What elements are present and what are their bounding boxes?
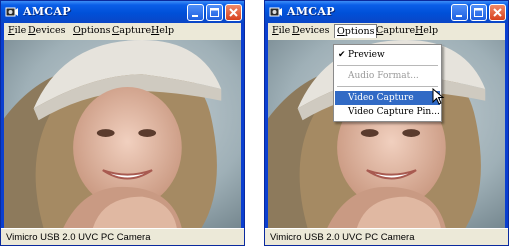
menu-item-audio-format: Audio Format... xyxy=(348,71,419,81)
amcap-window-left: AMCAP File Devices Options Capture Help xyxy=(0,0,245,246)
amcap-app-icon xyxy=(5,7,18,17)
minimize-button[interactable] xyxy=(187,4,204,21)
minimize-icon xyxy=(456,15,462,17)
menu-options[interactable]: Options xyxy=(334,24,378,38)
menu-item-video-capture-filter[interactable]: Video Capture Filter... xyxy=(335,91,440,117)
menu-capture[interactable]: Capture xyxy=(374,25,417,39)
status-bar: Vimicro USB 2.0 UVC PC Camera xyxy=(265,228,508,245)
window-title: AMCAP xyxy=(287,5,335,18)
menu-file[interactable]: File xyxy=(270,25,292,39)
video-preview xyxy=(4,40,241,228)
status-bar: Vimicro USB 2.0 UVC PC Camera xyxy=(1,228,244,245)
menu-devices[interactable]: Devices xyxy=(290,25,331,39)
title-bar[interactable]: AMCAP xyxy=(1,1,244,23)
menu-item-preview[interactable]: ✔ Preview xyxy=(335,48,440,62)
maximize-button[interactable] xyxy=(470,4,487,21)
menu-devices[interactable]: Devices xyxy=(26,25,67,39)
menu-capture[interactable]: Capture xyxy=(110,25,153,39)
title-bar[interactable]: AMCAP xyxy=(265,1,508,23)
minimize-button[interactable] xyxy=(451,4,468,21)
maximize-button[interactable] xyxy=(206,4,223,21)
amcap-app-icon xyxy=(269,7,282,17)
maximize-icon xyxy=(210,8,219,17)
minimize-icon xyxy=(192,15,198,17)
window-title: AMCAP xyxy=(23,5,71,18)
amcap-window-right: AMCAP File Devices Options Capture Help xyxy=(264,0,509,246)
options-dropdown-menu: ✔ Preview Audio Format... Video Capture … xyxy=(333,44,442,122)
maximize-icon xyxy=(474,8,483,17)
menu-bar: File Devices Options Capture Help xyxy=(268,23,505,40)
menu-file[interactable]: File xyxy=(6,25,28,39)
mouse-cursor-icon xyxy=(432,88,445,105)
menu-separator xyxy=(337,86,438,87)
menu-help[interactable]: Help xyxy=(413,25,440,39)
menu-help[interactable]: Help xyxy=(149,25,176,39)
menu-item-video-capture-pin[interactable]: Video Capture Pin... xyxy=(335,105,440,119)
close-icon xyxy=(493,8,502,17)
checkmark-icon: ✔ xyxy=(338,50,346,60)
close-icon xyxy=(229,8,238,17)
camera-preview-image xyxy=(4,40,241,228)
close-button[interactable] xyxy=(489,4,506,21)
menu-separator xyxy=(337,65,438,66)
menu-options[interactable]: Options xyxy=(71,25,112,39)
close-button[interactable] xyxy=(225,4,242,21)
menu-bar: File Devices Options Capture Help xyxy=(4,23,241,40)
